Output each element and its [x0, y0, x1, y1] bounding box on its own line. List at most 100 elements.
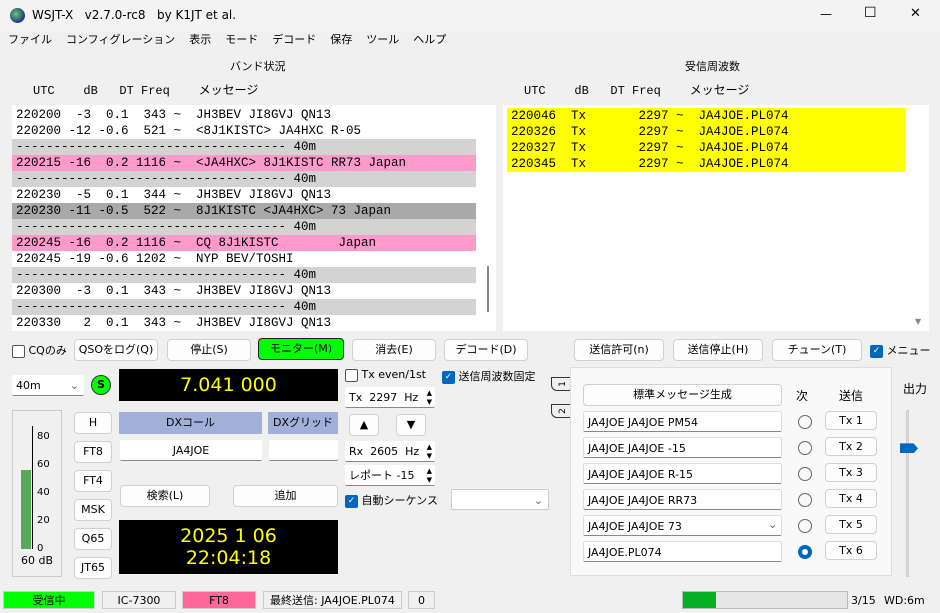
- menu-item[interactable]: コンフィグレーション: [66, 31, 175, 49]
- rx-frequency-list[interactable]: 220046 Tx 2297 ~ JA4JOE.PL074 220326 Tx 2…: [503, 105, 929, 331]
- monitor-button[interactable]: モニター(M): [258, 338, 344, 360]
- tx-up-button[interactable]: ▲: [349, 414, 379, 436]
- close-button[interactable]: ✕: [910, 6, 921, 21]
- message-row[interactable]: 220230 -5 0.1 344 ~ JH3BEV JI8GVJ QN13: [12, 187, 476, 203]
- chevron-down-icon[interactable]: ⌄: [768, 518, 777, 531]
- menu-item[interactable]: ツール: [366, 31, 399, 49]
- tx-down-button[interactable]: ▼: [396, 414, 426, 436]
- tx-message-2-input[interactable]: JA4JOE JA4JOE -15: [583, 437, 782, 458]
- message-row[interactable]: 220200 -3 0.1 343 ~ JH3BEV JI8GVJ QN13: [12, 107, 476, 123]
- band-select[interactable]: 40m ⌄: [12, 375, 84, 396]
- tx-5-button[interactable]: Tx 5: [825, 515, 877, 534]
- message-row[interactable]: 220215 -16 0.2 1116 ~ <JA4HXC> 8J1KISTC …: [12, 155, 476, 171]
- tx-message-6-input[interactable]: JA4JOE.PL074: [583, 541, 782, 562]
- tune-button[interactable]: チューン(T): [772, 339, 862, 361]
- date-text: 2025 1 06: [180, 525, 277, 547]
- auto-seq-checkbox[interactable]: ✓ 自動シーケンス: [345, 492, 438, 508]
- hold-tx-freq-label: 送信周波数固定: [458, 370, 536, 383]
- maximize-button[interactable]: ☐: [864, 5, 877, 21]
- menu-item[interactable]: デコード: [272, 31, 316, 49]
- message-row[interactable]: 220200 -12 -0.6 521 ~ <8J1KISTC> JA4HXC …: [12, 123, 476, 139]
- mode-button-ft8[interactable]: FT8: [74, 441, 112, 463]
- generate-std-msgs-button[interactable]: 標準メッセージ生成: [583, 384, 782, 406]
- menu-item[interactable]: ヘルプ: [413, 31, 446, 49]
- message-row[interactable]: ------------------------------------ 40m: [12, 139, 476, 155]
- lookup-button[interactable]: 検索(L): [120, 485, 210, 507]
- menu-item[interactable]: モード: [225, 31, 258, 49]
- log-qso-button[interactable]: QSOをログ(Q): [74, 339, 158, 361]
- next-tx-1-radio[interactable]: [798, 415, 812, 429]
- next-tx-2-radio[interactable]: [798, 441, 812, 455]
- tx-message-3-input[interactable]: JA4JOE JA4JOE R-15: [583, 463, 782, 484]
- decode-button[interactable]: デコード(D): [444, 339, 528, 361]
- next-tx-6-radio[interactable]: [798, 545, 812, 559]
- message-row[interactable]: 220245 -16 0.2 1116 ~ CQ 8J1KISTC Japan: [12, 235, 476, 251]
- menu-item[interactable]: 保存: [330, 31, 352, 49]
- message-row[interactable]: ------------------------------------ 40m: [12, 171, 476, 187]
- next-tx-4-radio[interactable]: [798, 493, 812, 507]
- meter-tick-label: 80: [37, 431, 50, 442]
- message-row[interactable]: 220245 -19 -0.6 1202 ~ NYP BEV/TOSHI: [12, 251, 476, 267]
- meter-tick-label: 40: [37, 487, 50, 498]
- power-label: 出力: [903, 382, 928, 396]
- tx-even-checkbox[interactable]: Tx even/1st: [345, 368, 426, 382]
- add-button[interactable]: 追加: [233, 485, 338, 507]
- clock-display: 2025 1 06 22:04:18: [119, 520, 338, 574]
- tx-4-button[interactable]: Tx 4: [825, 489, 877, 508]
- tx-message-5-input[interactable]: JA4JOE JA4JOE 73: [583, 515, 782, 536]
- meter-tick-label: 60: [37, 459, 50, 470]
- mode-button-ft4[interactable]: FT4: [74, 470, 112, 492]
- signal-level-bar: [21, 469, 31, 549]
- message-row[interactable]: 220327 Tx 2297 ~ JA4JOE.PL074: [507, 140, 905, 156]
- menus-checkbox[interactable]: ✓ メニュー: [870, 342, 931, 358]
- message-row[interactable]: 220300 -3 0.1 343 ~ JH3BEV JI8GVJ QN13: [12, 283, 476, 299]
- tx-2-button[interactable]: Tx 2: [825, 437, 877, 456]
- mode-button-h[interactable]: H: [74, 412, 112, 434]
- tx-message-4-input[interactable]: JA4JOE JA4JOE RR73: [583, 489, 782, 510]
- tx-message-1-input[interactable]: JA4JOE JA4JOE PM54: [583, 411, 782, 432]
- hold-tx-freq-checkbox[interactable]: ✓ 送信周波数固定: [442, 368, 536, 384]
- enable-tx-button[interactable]: 送信許可(n): [574, 339, 664, 361]
- next-tx-5-radio[interactable]: [798, 519, 812, 533]
- mode-button-q65[interactable]: Q65: [74, 528, 112, 550]
- message-row[interactable]: ------------------------------------ 40m: [12, 219, 476, 235]
- status-mode: FT8: [182, 591, 256, 609]
- tx-6-button[interactable]: Tx 6: [825, 541, 877, 560]
- dx-grid-input[interactable]: [269, 440, 338, 461]
- message-row[interactable]: 220326 Tx 2297 ~ JA4JOE.PL074: [507, 124, 905, 140]
- next-tx-3-radio[interactable]: [798, 467, 812, 481]
- tr-period-progress: [682, 591, 848, 609]
- power-slider-thumb[interactable]: [900, 443, 918, 454]
- menu-bar: ファイル コンフィグレーション 表示 モード デコード 保存 ツール ヘルプ: [0, 31, 940, 49]
- rx-frequency-spinbox[interactable]: Rx 2605 Hz ▲ ▼: [345, 441, 435, 462]
- menu-item[interactable]: ファイル: [8, 31, 52, 49]
- message-row[interactable]: 220046 Tx 2297 ~ JA4JOE.PL074: [507, 108, 905, 124]
- tx-frequency-spinbox[interactable]: Tx 2297 Hz ▲ ▼: [345, 387, 435, 408]
- s-meter-button[interactable]: S: [91, 375, 111, 395]
- message-row[interactable]: ------------------------------------ 40m: [12, 267, 476, 283]
- cq-only-label: CQのみ: [28, 344, 67, 357]
- minimize-button[interactable]: —: [820, 7, 832, 21]
- erase-button[interactable]: 消去(E): [352, 339, 436, 361]
- dx-call-input[interactable]: JA4JOE: [120, 440, 262, 461]
- signal-meter: 80 60 40 20 0 60 dB: [12, 410, 62, 577]
- tx-1-button[interactable]: Tx 1: [825, 411, 877, 430]
- mode-button-msk[interactable]: MSK: [74, 499, 112, 521]
- stop-button[interactable]: 停止(S): [167, 339, 251, 361]
- report-spinbox[interactable]: レポート -15 ▲ ▼: [345, 465, 435, 486]
- tx-3-button[interactable]: Tx 3: [825, 463, 877, 482]
- message-row[interactable]: 220230 -11 -0.5 522 ~ 8J1KISTC <JA4HXC> …: [12, 203, 476, 219]
- band-activity-scrollbar[interactable]: [487, 266, 489, 312]
- cq-only-checkbox[interactable]: CQのみ: [12, 342, 67, 358]
- message-row[interactable]: ------------------------------------ 40m: [12, 299, 476, 315]
- band-activity-list[interactable]: 220200 -3 0.1 343 ~ JH3BEV JI8GVJ QN13 22…: [12, 105, 496, 331]
- scroll-down-icon[interactable]: ▼: [915, 317, 921, 326]
- message-row[interactable]: 220345 Tx 2297 ~ JA4JOE.PL074: [507, 156, 905, 172]
- auto-seq-select[interactable]: ⌄: [451, 489, 549, 510]
- power-slider-track[interactable]: [906, 410, 909, 577]
- mode-button-jt65[interactable]: JT65: [74, 557, 112, 579]
- menu-item[interactable]: 表示: [189, 31, 211, 49]
- message-row[interactable]: 220330 2 0.1 343 ~ JH3BEV JI8GVJ QN13: [12, 315, 476, 331]
- tx-label: 送信: [839, 389, 864, 403]
- halt-tx-button[interactable]: 送信停止(H): [673, 339, 763, 361]
